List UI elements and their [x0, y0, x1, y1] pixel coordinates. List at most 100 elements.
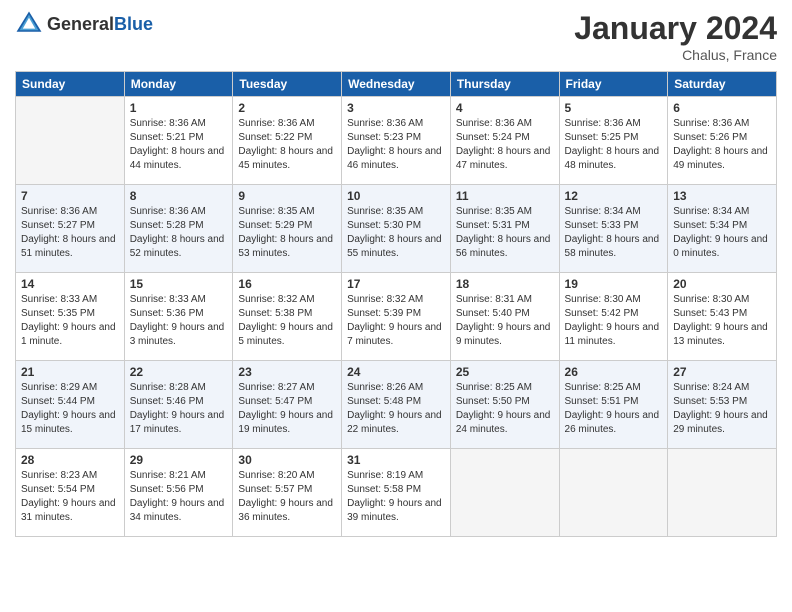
day-number: 27 — [673, 365, 771, 379]
day-number: 26 — [565, 365, 663, 379]
table-row: 29 Sunrise: 8:21 AMSunset: 5:56 PMDayligh… — [124, 449, 233, 537]
day-info: Sunrise: 8:36 AMSunset: 5:26 PMDaylight:… — [673, 117, 771, 173]
day-number: 15 — [130, 277, 228, 291]
day-number: 2 — [238, 101, 336, 115]
day-number: 30 — [238, 453, 336, 467]
page: GeneralBlue January 2024 Chalus, France … — [0, 0, 792, 612]
table-row: 30 Sunrise: 8:20 AMSunset: 5:57 PMDayligh… — [233, 449, 342, 537]
location-title: Chalus, France — [574, 47, 777, 63]
col-saturday: Saturday — [668, 72, 777, 97]
logo-icon — [15, 10, 43, 38]
day-number: 31 — [347, 453, 445, 467]
day-info: Sunrise: 8:36 AMSunset: 5:24 PMDaylight:… — [456, 117, 554, 173]
table-row: 1 Sunrise: 8:36 AMSunset: 5:21 PMDaylight… — [124, 97, 233, 185]
day-number: 25 — [456, 365, 554, 379]
table-row: 16 Sunrise: 8:32 AMSunset: 5:38 PMDayligh… — [233, 273, 342, 361]
day-info: Sunrise: 8:28 AMSunset: 5:46 PMDaylight:… — [130, 381, 228, 437]
col-monday: Monday — [124, 72, 233, 97]
table-row: 25 Sunrise: 8:25 AMSunset: 5:50 PMDayligh… — [450, 361, 559, 449]
calendar-table: Sunday Monday Tuesday Wednesday Thursday… — [15, 71, 777, 537]
table-row — [450, 449, 559, 537]
table-row: 8 Sunrise: 8:36 AMSunset: 5:28 PMDaylight… — [124, 185, 233, 273]
table-row: 21 Sunrise: 8:29 AMSunset: 5:44 PMDayligh… — [16, 361, 125, 449]
table-row — [559, 449, 668, 537]
table-row: 23 Sunrise: 8:27 AMSunset: 5:47 PMDayligh… — [233, 361, 342, 449]
table-row: 9Sunrise: 8:35 AMSunset: 5:29 PMDaylight… — [233, 185, 342, 273]
day-info: Sunrise: 8:24 AMSunset: 5:53 PMDaylight:… — [673, 381, 771, 437]
table-row: 27 Sunrise: 8:24 AMSunset: 5:53 PMDayligh… — [668, 361, 777, 449]
col-tuesday: Tuesday — [233, 72, 342, 97]
table-row: 20 Sunrise: 8:30 AMSunset: 5:43 PMDayligh… — [668, 273, 777, 361]
day-number: 22 — [130, 365, 228, 379]
day-number: 19 — [565, 277, 663, 291]
day-info: Sunrise: 8:30 AMSunset: 5:42 PMDaylight:… — [565, 293, 663, 349]
day-number: 9 — [238, 189, 336, 203]
table-row: 18 Sunrise: 8:31 AMSunset: 5:40 PMDayligh… — [450, 273, 559, 361]
day-info: Sunrise: 8:20 AMSunset: 5:57 PMDaylight:… — [238, 469, 336, 525]
header-row: Sunday Monday Tuesday Wednesday Thursday… — [16, 72, 777, 97]
day-number: 3 — [347, 101, 445, 115]
day-number: 21 — [21, 365, 119, 379]
table-row: 7Sunrise: 8:36 AMSunset: 5:27 PMDaylight… — [16, 185, 125, 273]
logo: GeneralBlue — [15, 10, 153, 38]
day-number: 5 — [565, 101, 663, 115]
col-wednesday: Wednesday — [342, 72, 451, 97]
table-row: 28Sunrise: 8:23 AMSunset: 5:54 PMDayligh… — [16, 449, 125, 537]
day-info: Sunrise: 8:31 AMSunset: 5:40 PMDaylight:… — [456, 293, 554, 349]
day-info: Sunrise: 8:35 AMSunset: 5:31 PMDaylight:… — [456, 205, 554, 261]
day-number: 1 — [130, 101, 228, 115]
day-number: 7 — [21, 189, 119, 203]
day-number: 23 — [238, 365, 336, 379]
col-friday: Friday — [559, 72, 668, 97]
table-row: 5 Sunrise: 8:36 AMSunset: 5:25 PMDaylight… — [559, 97, 668, 185]
day-number: 12 — [565, 189, 663, 203]
table-row: 11Sunrise: 8:35 AMSunset: 5:31 PMDayligh… — [450, 185, 559, 273]
day-number: 13 — [673, 189, 771, 203]
day-info: Sunrise: 8:19 AMSunset: 5:58 PMDaylight:… — [347, 469, 445, 525]
day-info: Sunrise: 8:21 AMSunset: 5:56 PMDaylight:… — [130, 469, 228, 525]
day-info: Sunrise: 8:30 AMSunset: 5:43 PMDaylight:… — [673, 293, 771, 349]
calendar-week-5: 28Sunrise: 8:23 AMSunset: 5:54 PMDayligh… — [16, 449, 777, 537]
table-row: 24Sunrise: 8:26 AMSunset: 5:48 PMDayligh… — [342, 361, 451, 449]
table-row: 10Sunrise: 8:35 AMSunset: 5:30 PMDayligh… — [342, 185, 451, 273]
day-info: Sunrise: 8:29 AMSunset: 5:44 PMDaylight:… — [21, 381, 119, 437]
day-number: 14 — [21, 277, 119, 291]
col-thursday: Thursday — [450, 72, 559, 97]
day-info: Sunrise: 8:36 AMSunset: 5:25 PMDaylight:… — [565, 117, 663, 173]
day-info: Sunrise: 8:27 AMSunset: 5:47 PMDaylight:… — [238, 381, 336, 437]
day-info: Sunrise: 8:36 AMSunset: 5:28 PMDaylight:… — [130, 205, 228, 261]
day-info: Sunrise: 8:36 AMSunset: 5:22 PMDaylight:… — [238, 117, 336, 173]
table-row: 19 Sunrise: 8:30 AMSunset: 5:42 PMDayligh… — [559, 273, 668, 361]
table-row: 14 Sunrise: 8:33 AMSunset: 5:35 PMDayligh… — [16, 273, 125, 361]
day-info: Sunrise: 8:33 AMSunset: 5:36 PMDaylight:… — [130, 293, 228, 349]
day-number: 16 — [238, 277, 336, 291]
day-info: Sunrise: 8:25 AMSunset: 5:50 PMDaylight:… — [456, 381, 554, 437]
table-row: 15 Sunrise: 8:33 AMSunset: 5:36 PMDayligh… — [124, 273, 233, 361]
logo-blue: Blue — [114, 14, 153, 34]
month-title: January 2024 — [574, 10, 777, 47]
day-number: 20 — [673, 277, 771, 291]
calendar-week-2: 7Sunrise: 8:36 AMSunset: 5:27 PMDaylight… — [16, 185, 777, 273]
table-row: 6 Sunrise: 8:36 AMSunset: 5:26 PMDaylight… — [668, 97, 777, 185]
day-number: 4 — [456, 101, 554, 115]
table-row: 26 Sunrise: 8:25 AMSunset: 5:51 PMDayligh… — [559, 361, 668, 449]
day-number: 29 — [130, 453, 228, 467]
day-info: Sunrise: 8:33 AMSunset: 5:35 PMDaylight:… — [21, 293, 119, 349]
title-block: January 2024 Chalus, France — [574, 10, 777, 63]
day-info: Sunrise: 8:26 AMSunset: 5:48 PMDaylight:… — [347, 381, 445, 437]
day-number: 6 — [673, 101, 771, 115]
header: GeneralBlue January 2024 Chalus, France — [15, 10, 777, 63]
day-number: 8 — [130, 189, 228, 203]
logo-general: General — [47, 14, 114, 34]
calendar-week-1: 1 Sunrise: 8:36 AMSunset: 5:21 PMDaylight… — [16, 97, 777, 185]
table-row: 31 Sunrise: 8:19 AMSunset: 5:58 PMDayligh… — [342, 449, 451, 537]
day-info: Sunrise: 8:32 AMSunset: 5:39 PMDaylight:… — [347, 293, 445, 349]
day-info: Sunrise: 8:23 AMSunset: 5:54 PMDaylight:… — [21, 469, 119, 525]
day-info: Sunrise: 8:25 AMSunset: 5:51 PMDaylight:… — [565, 381, 663, 437]
day-number: 10 — [347, 189, 445, 203]
day-info: Sunrise: 8:32 AMSunset: 5:38 PMDaylight:… — [238, 293, 336, 349]
logo-text: GeneralBlue — [47, 14, 153, 35]
day-number: 18 — [456, 277, 554, 291]
table-row: 4 Sunrise: 8:36 AMSunset: 5:24 PMDaylight… — [450, 97, 559, 185]
day-info: Sunrise: 8:36 AMSunset: 5:21 PMDaylight:… — [130, 117, 228, 173]
